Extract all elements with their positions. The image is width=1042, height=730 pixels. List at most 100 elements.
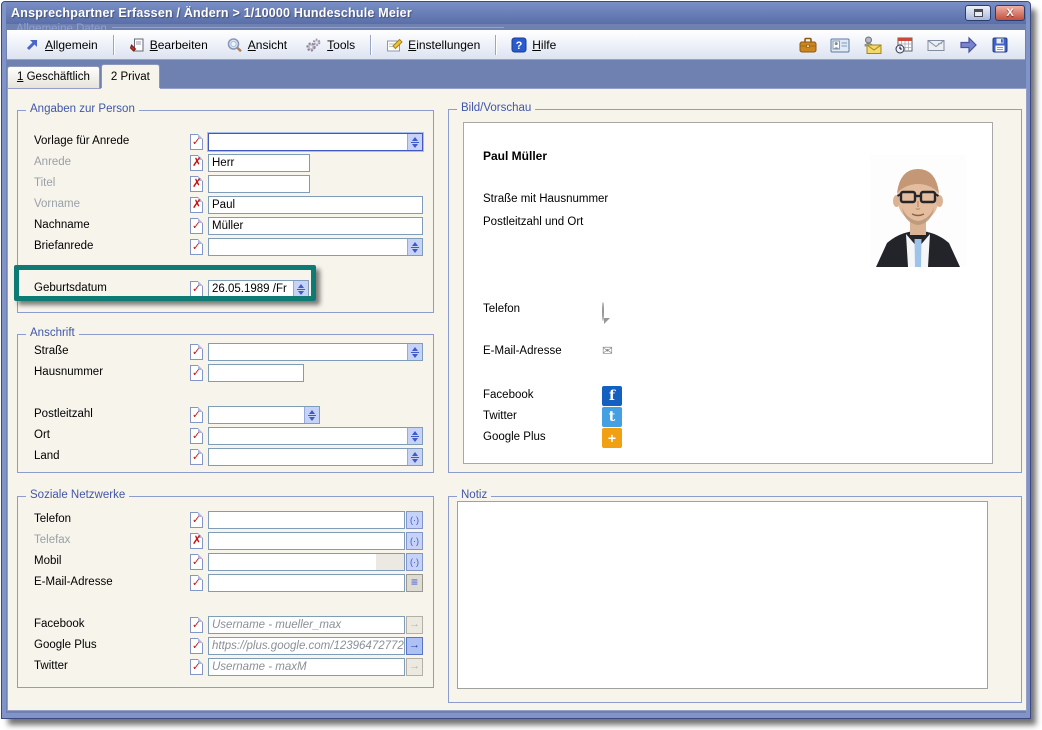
vorname-input[interactable]: Paul bbox=[208, 196, 423, 214]
googleplus-input[interactable]: https://plus.google.com/123964727727 bbox=[208, 637, 405, 655]
field-check-icon[interactable] bbox=[190, 365, 203, 381]
field-label: Vorlage für Anrede bbox=[34, 135, 129, 147]
field-check-icon[interactable] bbox=[190, 449, 203, 465]
field-row: Anrede Herr bbox=[18, 154, 433, 174]
calendar-clock-button[interactable] bbox=[893, 34, 915, 55]
tab-geschaeftlich[interactable]: 1 Geschäftlich bbox=[7, 66, 100, 88]
envelope-button[interactable] bbox=[925, 34, 947, 55]
vorlage-anrede-combo[interactable] bbox=[208, 133, 423, 151]
close-button[interactable]: X bbox=[995, 5, 1025, 21]
field-check-icon[interactable] bbox=[190, 239, 203, 255]
field-check-icon[interactable] bbox=[190, 344, 203, 360]
facebook-icon[interactable]: f bbox=[602, 386, 622, 406]
field-check-icon[interactable] bbox=[190, 638, 203, 654]
field-check-icon[interactable] bbox=[190, 428, 203, 444]
mobil-input[interactable] bbox=[208, 553, 405, 571]
disabled-area bbox=[376, 554, 404, 570]
group-title: Angaben zur Person bbox=[26, 103, 139, 115]
field-label: Ort bbox=[34, 429, 50, 441]
restore-button[interactable] bbox=[965, 5, 991, 21]
land-combo[interactable] bbox=[208, 448, 423, 466]
field-label: Telefon bbox=[34, 513, 71, 525]
anrede-input[interactable]: Herr bbox=[208, 154, 310, 172]
tab-privat[interactable]: 2 Privat bbox=[101, 64, 160, 88]
email-list-button[interactable]: ≡ bbox=[406, 574, 423, 592]
group-angaben-zur-person: Angaben zur Person Vorlage für Anrede An… bbox=[17, 110, 434, 313]
open-link-button[interactable]: → bbox=[406, 637, 423, 655]
open-link-button[interactable]: → bbox=[406, 616, 423, 634]
googleplus-icon[interactable]: + bbox=[602, 428, 622, 448]
ort-combo[interactable] bbox=[208, 427, 423, 445]
field-check-icon[interactable] bbox=[190, 281, 203, 297]
group-soziale-netzwerke: Soziale Netzwerke Telefon (·) Telefax (·… bbox=[17, 496, 434, 688]
open-link-button[interactable]: → bbox=[406, 658, 423, 676]
field-x-icon[interactable] bbox=[190, 155, 203, 171]
forward-button[interactable] bbox=[957, 34, 979, 55]
person-mail-button[interactable] bbox=[861, 34, 883, 55]
field-label: Land bbox=[34, 450, 60, 462]
menu-separator bbox=[113, 35, 114, 55]
field-label: Google Plus bbox=[34, 639, 97, 651]
briefanrede-combo[interactable] bbox=[208, 238, 423, 256]
spinner-button[interactable] bbox=[407, 239, 422, 255]
postleitzahl-combo[interactable] bbox=[208, 406, 320, 424]
briefcase-button[interactable] bbox=[797, 34, 819, 55]
field-x-icon[interactable] bbox=[190, 197, 203, 213]
field-row: Nachname Müller bbox=[18, 217, 433, 237]
strasse-combo[interactable] bbox=[208, 343, 423, 361]
field-x-icon[interactable] bbox=[190, 533, 203, 549]
twitter-icon[interactable]: t bbox=[602, 407, 622, 427]
field-label: Telefax bbox=[34, 534, 70, 546]
note-textarea[interactable] bbox=[457, 501, 988, 689]
spinner-button[interactable] bbox=[407, 344, 422, 360]
dial-button[interactable]: (·) bbox=[406, 511, 423, 529]
settings-note-icon bbox=[386, 37, 403, 53]
menu-item-einstellungen[interactable]: Einstellungen bbox=[377, 34, 489, 56]
field-label: Straße bbox=[34, 345, 69, 357]
spinner-button[interactable] bbox=[407, 428, 422, 444]
menu-item-hilfe[interactable]: ? Hilfe bbox=[502, 34, 565, 56]
spinner-button[interactable] bbox=[407, 449, 422, 465]
spinner-button[interactable] bbox=[407, 134, 422, 150]
spinner-button[interactable] bbox=[304, 407, 319, 423]
field-row: Google Plus https://plus.google.com/1239… bbox=[18, 637, 433, 657]
field-check-icon[interactable] bbox=[190, 554, 203, 570]
dial-button[interactable]: (·) bbox=[406, 532, 423, 550]
field-check-icon[interactable] bbox=[190, 512, 203, 528]
telefon-input[interactable] bbox=[208, 511, 405, 529]
field-row: E-Mail-Adresse ≡ bbox=[18, 574, 433, 594]
arrow-up-right-icon bbox=[24, 37, 40, 53]
field-x-icon[interactable] bbox=[190, 176, 203, 192]
contact-card-button[interactable] bbox=[829, 34, 851, 55]
titel-input[interactable] bbox=[208, 175, 310, 193]
dial-button[interactable]: (·) bbox=[406, 553, 423, 571]
geburtsdatum-input[interactable]: 26.05.1989 /Fr bbox=[208, 280, 309, 298]
email-input[interactable] bbox=[208, 574, 405, 592]
nachname-input[interactable]: Müller bbox=[208, 217, 423, 235]
twitter-input[interactable]: Username - maxM bbox=[208, 658, 405, 676]
title-bar: Ansprechpartner Erfassen / Ändern > 1/10… bbox=[2, 2, 1030, 24]
hausnummer-input[interactable] bbox=[208, 364, 304, 382]
field-check-icon[interactable] bbox=[190, 575, 203, 591]
field-row: Facebook Username - mueller_max → bbox=[18, 616, 433, 636]
menu-item-tools[interactable]: Tools bbox=[296, 34, 364, 56]
app-window: Ansprechpartner Erfassen / Ändern > 1/10… bbox=[1, 1, 1031, 719]
field-check-icon[interactable] bbox=[190, 218, 203, 234]
restore-icon bbox=[974, 9, 983, 17]
field-check-icon[interactable] bbox=[190, 134, 203, 150]
preview-social-label: Twitter bbox=[483, 410, 517, 422]
menu-item-allgemein[interactable]: Allgemein bbox=[15, 34, 107, 56]
field-check-icon[interactable] bbox=[190, 659, 203, 675]
facebook-input[interactable]: Username - mueller_max bbox=[208, 616, 405, 634]
menu-item-bearbeiten[interactable]: Bearbeiten bbox=[120, 34, 217, 56]
field-check-icon[interactable] bbox=[190, 617, 203, 633]
menu-item-ansicht[interactable]: Ansicht bbox=[217, 34, 296, 56]
preview-address-line: Postleitzahl und Ort bbox=[483, 216, 583, 228]
spinner-button[interactable] bbox=[293, 281, 308, 297]
menu-bar: Allgemein Bearbeiten Ansicht Tools Einst… bbox=[7, 30, 1025, 60]
calendar-clock-icon bbox=[894, 35, 914, 55]
telefax-input[interactable] bbox=[208, 532, 405, 550]
hidden-group-border bbox=[112, 27, 504, 28]
save-button[interactable] bbox=[989, 34, 1011, 55]
field-check-icon[interactable] bbox=[190, 407, 203, 423]
